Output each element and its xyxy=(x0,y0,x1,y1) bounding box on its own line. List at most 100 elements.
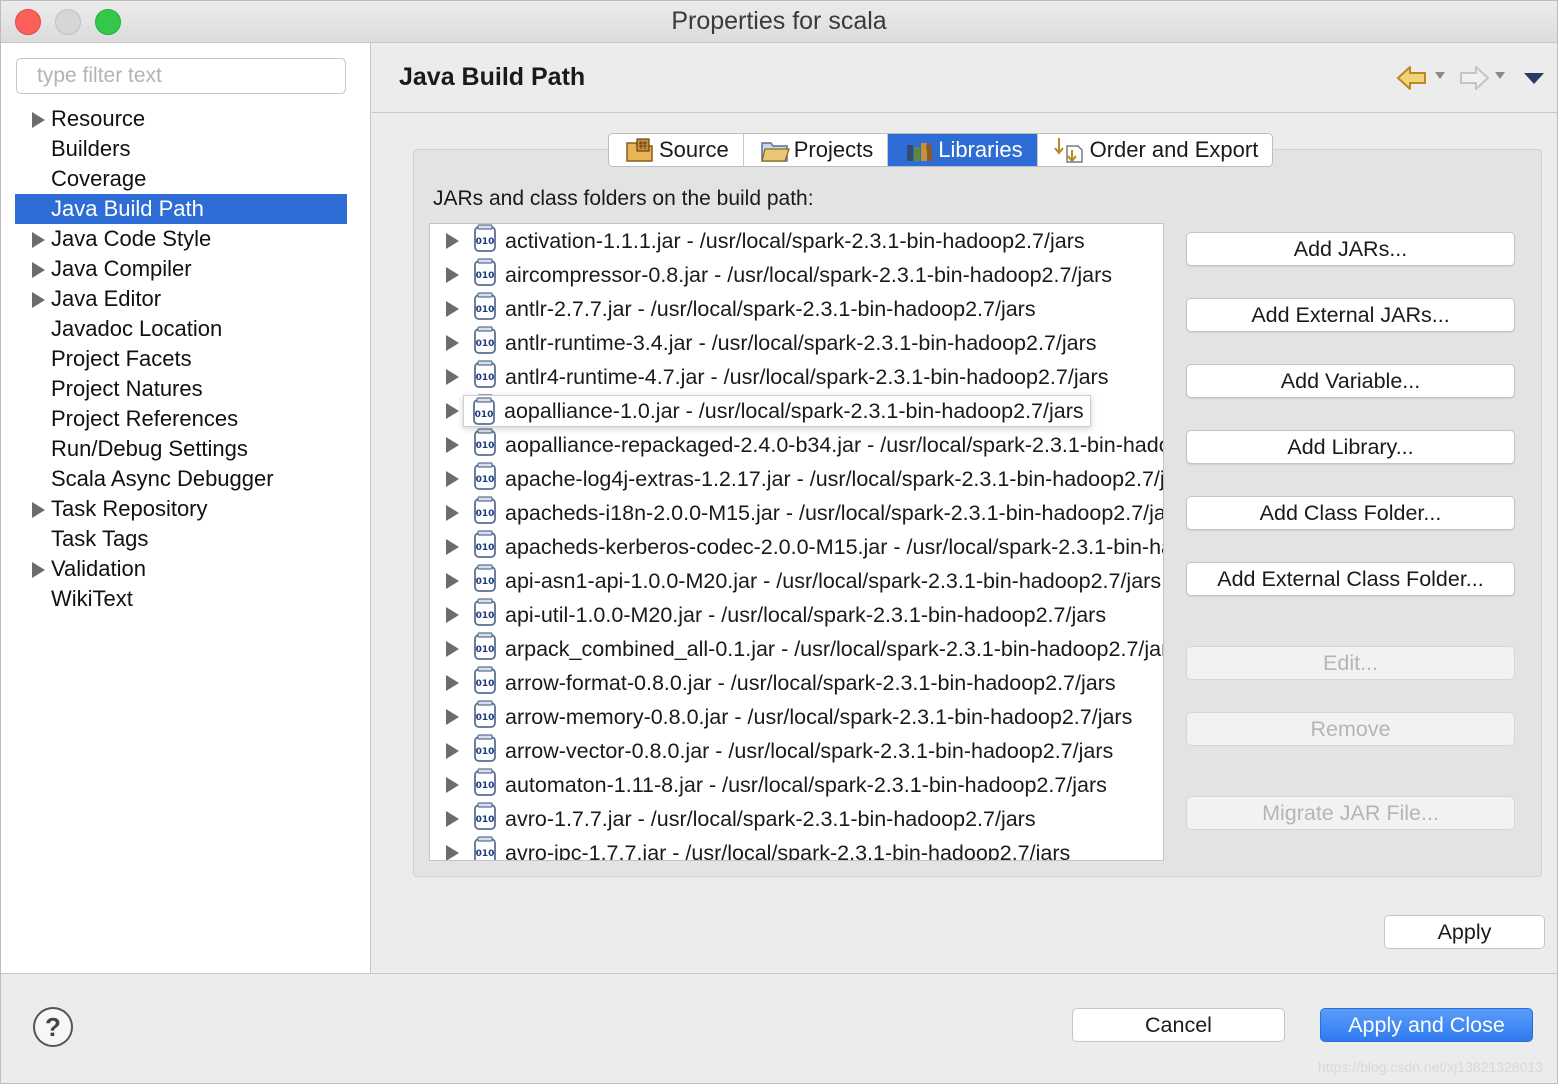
expand-arrow-icon[interactable] xyxy=(446,573,459,589)
jar-list-item[interactable]: 010 avro-1.7.7.jar - /usr/local/spark-2.3… xyxy=(430,802,1163,836)
edit-button: Edit... xyxy=(1186,646,1515,680)
sidebar-item-wikitext[interactable]: WikiText xyxy=(15,584,347,614)
sidebar-item-java-code-style[interactable]: Java Code Style xyxy=(15,224,347,254)
tab-libraries[interactable]: Libraries xyxy=(888,134,1038,166)
expand-arrow-icon[interactable] xyxy=(446,437,459,453)
jar-list-item[interactable]: 010 apache-log4j-extras-1.2.17.jar - /usr… xyxy=(430,462,1163,496)
tab-order-and-export-label: Order and Export xyxy=(1089,137,1259,162)
jar-list-item[interactable]: 010 aircompressor-0.8.jar - /usr/local/sp… xyxy=(430,258,1163,292)
sidebar: Resource Builders Coverage Java Build Path J… xyxy=(1,43,371,973)
cancel-button[interactable]: Cancel xyxy=(1072,1008,1285,1042)
jar-list-item[interactable]: 010 avro-ipc-1.7.7.jar - /usr/local/spark… xyxy=(430,836,1163,861)
expand-arrow-icon[interactable] xyxy=(446,607,459,623)
jar-list-item[interactable]: 010 arrow-vector-0.8.0.jar - /usr/local/s… xyxy=(430,734,1163,768)
sidebar-item-validation[interactable]: Validation xyxy=(15,554,347,584)
expand-arrow-icon[interactable] xyxy=(446,233,459,249)
dialog-footer: ? Cancel Apply and Close https://blog.cs… xyxy=(1,973,1557,1083)
sidebar-item-project-facets[interactable]: Project Facets xyxy=(15,344,347,374)
jar-list-item[interactable]: 010 api-util-1.0.0-M20.jar - /usr/local/s… xyxy=(430,598,1163,632)
jar-list-item[interactable]: 010 activation-1.1.1.jar - /usr/local/spa… xyxy=(430,224,1163,258)
forward-arrow-icon[interactable] xyxy=(1458,63,1490,93)
jar-icon: 010 xyxy=(473,496,497,530)
expand-arrow-icon[interactable] xyxy=(446,267,459,283)
watermark-text: https://blog.csdn.net/xj13821328013 xyxy=(1318,1059,1543,1075)
sidebar-item-javadoc-location[interactable]: Javadoc Location xyxy=(15,314,347,344)
expand-arrow-icon[interactable] xyxy=(32,112,45,128)
add-jars-button[interactable]: Add JARs... xyxy=(1186,232,1515,266)
jar-list-item[interactable]: 010 antlr-runtime-3.4.jar - /usr/local/sp… xyxy=(430,326,1163,360)
jar-list-item[interactable]: 010 arpack_combined_all-0.1.jar - /usr/lo… xyxy=(430,632,1163,666)
sidebar-item-resource[interactable]: Resource xyxy=(15,104,347,134)
sidebar-item-task-tags[interactable]: Task Tags xyxy=(15,524,347,554)
expand-arrow-icon[interactable] xyxy=(32,562,45,578)
libraries-icon xyxy=(907,143,934,161)
expand-arrow-icon[interactable] xyxy=(32,292,45,308)
expand-arrow-icon[interactable] xyxy=(32,232,45,248)
sidebar-item-java-compiler[interactable]: Java Compiler xyxy=(15,254,347,284)
svg-text:010: 010 xyxy=(476,781,495,791)
sidebar-item-coverage[interactable]: Coverage xyxy=(15,164,347,194)
jar-item-label: arrow-vector-0.8.0.jar - /usr/local/spar… xyxy=(505,738,1114,763)
sidebar-item-java-build-path[interactable]: Java Build Path xyxy=(15,194,347,224)
expand-arrow-icon[interactable] xyxy=(446,845,459,860)
expand-arrow-icon[interactable] xyxy=(446,369,459,385)
sidebar-item-java-editor[interactable]: Java Editor xyxy=(15,284,347,314)
jar-icon: 010 xyxy=(473,530,497,564)
expand-arrow-icon[interactable] xyxy=(446,403,459,419)
jar-list-item[interactable]: 010 automaton-1.11-8.jar - /usr/local/spa… xyxy=(430,768,1163,802)
forward-history-dropdown-icon[interactable] xyxy=(1495,72,1505,80)
jar-list-item[interactable]: 010 antlr4-runtime-4.7.jar - /usr/local/s… xyxy=(430,360,1163,394)
tab-projects[interactable]: Projects xyxy=(743,134,889,166)
svg-text:010: 010 xyxy=(476,373,495,383)
sidebar-item-project-references[interactable]: Project References xyxy=(15,404,347,434)
jar-icon: 010 xyxy=(473,564,497,598)
help-icon[interactable]: ? xyxy=(32,1006,74,1048)
add-class-folder-button[interactable]: Add Class Folder... xyxy=(1186,496,1515,530)
expand-arrow-icon[interactable] xyxy=(446,777,459,793)
expand-arrow-icon[interactable] xyxy=(446,811,459,827)
expand-arrow-icon[interactable] xyxy=(446,335,459,351)
svg-text:010: 010 xyxy=(476,713,495,723)
expand-arrow-icon[interactable] xyxy=(446,539,459,555)
expand-arrow-icon[interactable] xyxy=(32,262,45,278)
sidebar-item-project-natures[interactable]: Project Natures xyxy=(15,374,347,404)
view-menu-icon[interactable] xyxy=(1524,73,1544,85)
jar-icon: 010 xyxy=(473,462,497,496)
jar-hover-tooltip: 010 aopalliance-1.0.jar - /usr/local/spa… xyxy=(463,395,1091,427)
back-arrow-icon[interactable] xyxy=(1396,63,1428,93)
expand-arrow-icon[interactable] xyxy=(32,502,45,518)
filter-input[interactable] xyxy=(16,58,346,94)
add-variable-button[interactable]: Add Variable... xyxy=(1186,364,1515,398)
expand-arrow-icon[interactable] xyxy=(446,675,459,691)
jar-list-item[interactable]: 010 aopalliance-repackaged-2.4.0-b34.jar … xyxy=(430,428,1163,462)
expand-arrow-icon[interactable] xyxy=(446,743,459,759)
add-library-button[interactable]: Add Library... xyxy=(1186,430,1515,464)
jar-list-item[interactable]: 010 arrow-format-0.8.0.jar - /usr/local/s… xyxy=(430,666,1163,700)
expand-arrow-icon[interactable] xyxy=(446,641,459,657)
jar-item-label: avro-ipc-1.7.7.jar - /usr/local/spark-2.… xyxy=(505,840,1071,861)
sidebar-item-task-repository[interactable]: Task Repository xyxy=(15,494,347,524)
jar-list-item[interactable]: 010 arrow-memory-0.8.0.jar - /usr/local/s… xyxy=(430,700,1163,734)
projects-folder-icon xyxy=(760,142,790,162)
tab-source[interactable]: Source xyxy=(609,134,744,166)
jar-list-item[interactable]: 010 antlr-2.7.7.jar - /usr/local/spark-2.… xyxy=(430,292,1163,326)
expand-arrow-icon[interactable] xyxy=(446,505,459,521)
sidebar-item-scala-async-debugger[interactable]: Scala Async Debugger xyxy=(15,464,347,494)
sidebar-item-builders[interactable]: Builders xyxy=(15,134,347,164)
back-history-dropdown-icon[interactable] xyxy=(1435,72,1445,80)
apply-button[interactable]: Apply xyxy=(1384,915,1545,949)
apply-and-close-button[interactable]: Apply and Close xyxy=(1320,1008,1533,1042)
expand-arrow-icon[interactable] xyxy=(446,471,459,487)
jar-list-item[interactable]: 010 apacheds-kerberos-codec-2.0.0-M15.jar… xyxy=(430,530,1163,564)
jar-list-item[interactable]: 010 api-asn1-api-1.0.0-M20.jar - /usr/loc… xyxy=(430,564,1163,598)
add-external-class-folder-button[interactable]: Add External Class Folder... xyxy=(1186,562,1515,596)
jar-item-label: automaton-1.11-8.jar - /usr/local/spark-… xyxy=(505,772,1107,797)
tab-order-and-export[interactable]: Order and Export xyxy=(1037,134,1273,166)
jar-list-item[interactable]: 010 apacheds-i18n-2.0.0-M15.jar - /usr/lo… xyxy=(430,496,1163,530)
expand-arrow-icon[interactable] xyxy=(446,709,459,725)
sidebar-item-run-debug-settings[interactable]: Run/Debug Settings xyxy=(15,434,347,464)
sidebar-tree: Resource Builders Coverage Java Build Path J… xyxy=(15,104,347,614)
expand-arrow-icon[interactable] xyxy=(446,301,459,317)
add-external-jars-button[interactable]: Add External JARs... xyxy=(1186,298,1515,332)
build-path-jar-list[interactable]: 010 activation-1.1.1.jar - /usr/local/spa… xyxy=(429,223,1164,861)
